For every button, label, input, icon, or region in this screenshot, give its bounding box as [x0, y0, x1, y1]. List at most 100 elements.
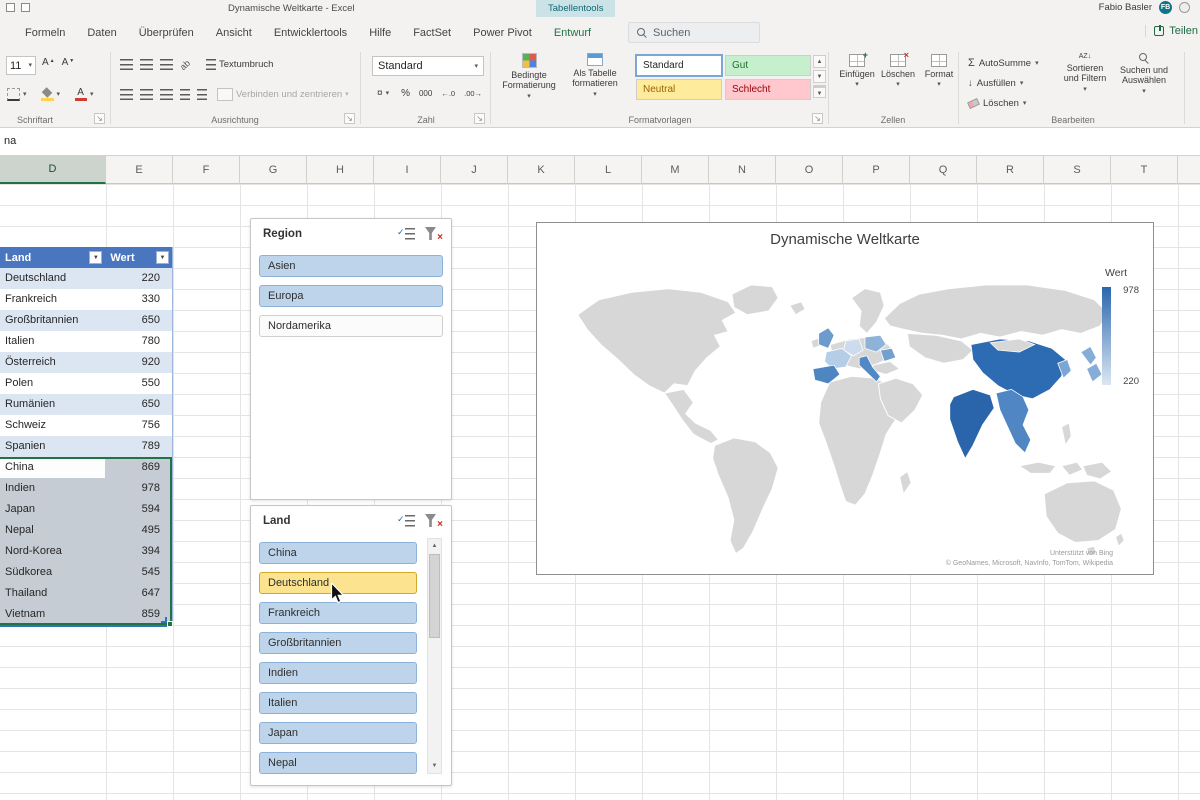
column-header[interactable]: R: [977, 156, 1044, 184]
cell-wert[interactable]: 920: [105, 352, 172, 373]
find-select-button[interactable]: Suchen und Auswählen ▾: [1116, 53, 1172, 95]
percent-style-button[interactable]: %: [401, 88, 410, 99]
slicer-land[interactable]: Land ✓ × China Deutschland Frankreich Großb…: [250, 505, 452, 786]
slicer-item[interactable]: Indien: [259, 662, 417, 684]
align-right-icon[interactable]: [160, 89, 173, 100]
cell-wert[interactable]: 545: [105, 562, 172, 583]
delete-cells-button[interactable]: × Löschen ▾: [879, 50, 917, 88]
cell-land[interactable]: Großbritannien: [0, 310, 105, 331]
ribbon-tab[interactable]: Formeln: [14, 19, 76, 48]
ideas-button[interactable]: Ideen: [1190, 58, 1200, 83]
cell-land[interactable]: Polen: [0, 373, 105, 394]
align-left-icon[interactable]: [120, 89, 133, 100]
ribbon-display-options-icon[interactable]: [1179, 2, 1190, 13]
column-header[interactable]: N: [709, 156, 776, 184]
cell-wert[interactable]: 594: [105, 499, 172, 520]
gallery-scroll-down-icon[interactable]: ▼: [813, 70, 826, 83]
slicer-item[interactable]: Nordamerika: [259, 315, 443, 337]
table-header-land[interactable]: Land ▼: [0, 247, 105, 268]
column-header[interactable]: H: [307, 156, 374, 184]
column-header[interactable]: F: [173, 156, 240, 184]
slicer-scrollbar[interactable]: ▲ ▼: [427, 538, 442, 774]
sort-filter-button[interactable]: AZ↓ Sortieren und Filtern ▾: [1058, 53, 1112, 93]
increase-indent-icon[interactable]: [197, 89, 207, 100]
font-dialog-launcher[interactable]: ↘: [94, 113, 105, 124]
cell-wert[interactable]: 495: [105, 520, 172, 541]
cell-wert[interactable]: 650: [105, 310, 172, 331]
cell-land[interactable]: Vietnam: [0, 604, 106, 625]
filter-dropdown-land[interactable]: ▼: [89, 251, 103, 264]
slicer-item[interactable]: China: [259, 542, 417, 564]
multi-select-icon[interactable]: ✓: [397, 513, 417, 529]
column-header[interactable]: K: [508, 156, 575, 184]
cell-wert[interactable]: 650: [105, 394, 172, 415]
table-header-wert[interactable]: Wert ▼: [105, 247, 172, 268]
alignment-dialog-launcher[interactable]: ↘: [344, 113, 355, 124]
cell-land[interactable]: Deutschland: [0, 268, 105, 289]
align-center-icon[interactable]: [140, 89, 153, 100]
number-format-select[interactable]: Standard ▾: [372, 56, 484, 76]
cell-land[interactable]: Italien: [0, 331, 105, 352]
cell-land[interactable]: Japan: [0, 499, 106, 520]
ribbon-tab[interactable]: Ansicht: [205, 19, 263, 48]
column-header[interactable]: J: [441, 156, 508, 184]
column-header[interactable]: O: [776, 156, 843, 184]
fill-handle[interactable]: [167, 621, 173, 627]
styles-dialog-launcher[interactable]: ↘: [812, 113, 823, 124]
avatar[interactable]: FB: [1159, 1, 1172, 14]
decrease-decimal-button[interactable]: .00→: [464, 89, 482, 98]
cell-style[interactable]: Standard: [635, 54, 723, 77]
cell-land[interactable]: Nord-Korea: [0, 541, 106, 562]
column-header[interactable]: G: [240, 156, 307, 184]
map-chart[interactable]: Dynamische Weltkarte Wert 978 220 Unters…: [536, 222, 1154, 575]
ribbon-tab[interactable]: Daten: [76, 19, 127, 48]
decrease-font-button[interactable]: A ▼: [62, 57, 75, 68]
column-header[interactable]: D: [0, 156, 106, 184]
ribbon-tab[interactable]: FactSet: [402, 19, 462, 48]
clear-filter-icon[interactable]: ×: [423, 226, 443, 243]
scroll-up-icon[interactable]: ▲: [428, 539, 441, 553]
format-cells-button[interactable]: Format ▾: [920, 54, 958, 88]
font-size-input[interactable]: 11 ▾: [6, 56, 36, 75]
slicer-item[interactable]: Europa: [259, 285, 443, 307]
share-button[interactable]: Teilen: [1145, 25, 1198, 37]
fill-color-button[interactable]: ▾: [38, 87, 64, 103]
slicer-item[interactable]: Asien: [259, 255, 443, 277]
cell-wert[interactable]: 789: [105, 436, 172, 457]
column-header[interactable]: L: [575, 156, 642, 184]
clear-button[interactable]: Löschen ▾: [967, 94, 1026, 112]
cell-wert[interactable]: 647: [105, 583, 172, 604]
cell-wert[interactable]: 978: [105, 478, 172, 499]
increase-decimal-button[interactable]: ←.0: [441, 89, 455, 98]
slicer-item[interactable]: Frankreich: [259, 602, 417, 624]
cell-land[interactable]: Indien: [0, 478, 106, 499]
cell-land[interactable]: Nepal: [0, 520, 106, 541]
contextual-tab-group-label[interactable]: Tabellentools: [536, 0, 616, 17]
cell-land[interactable]: Südkorea: [0, 562, 106, 583]
column-header[interactable]: Q: [910, 156, 977, 184]
cell-land[interactable]: Frankreich: [0, 289, 105, 310]
scroll-down-icon[interactable]: ▼: [428, 759, 441, 773]
ribbon-tab[interactable]: Entwurf: [543, 19, 602, 48]
clear-filter-icon[interactable]: ×: [423, 513, 443, 530]
cell-wert[interactable]: 780: [105, 331, 172, 352]
ribbon-tab[interactable]: Überprüfen: [128, 19, 205, 48]
quick-access-icon-1[interactable]: [6, 3, 15, 12]
cell-wert[interactable]: 550: [105, 373, 172, 394]
ribbon-tab[interactable]: Entwicklertools: [263, 19, 358, 48]
cell-style[interactable]: Neutral: [636, 79, 722, 100]
autosum-button[interactable]: Σ AutoSumme ▾: [968, 54, 1039, 72]
cell-style[interactable]: Gut: [725, 55, 811, 76]
slicer-item[interactable]: Italien: [259, 692, 417, 714]
font-color-button[interactable]: A ▾: [71, 87, 97, 103]
format-as-table-button[interactable]: Als Tabelle formatieren ▾: [566, 53, 624, 98]
column-header[interactable]: M: [642, 156, 709, 184]
slicer-item[interactable]: Großbritannien: [259, 632, 417, 654]
gallery-more-icon[interactable]: ▼: [813, 85, 826, 98]
cell-land[interactable]: Thailand: [0, 583, 106, 604]
cell-land[interactable]: Österreich: [0, 352, 105, 373]
cell-land[interactable]: China: [0, 457, 106, 478]
cell-land[interactable]: Rumänien: [0, 394, 105, 415]
cell-wert[interactable]: 756: [105, 415, 172, 436]
cell-wert[interactable]: 869: [105, 457, 172, 478]
